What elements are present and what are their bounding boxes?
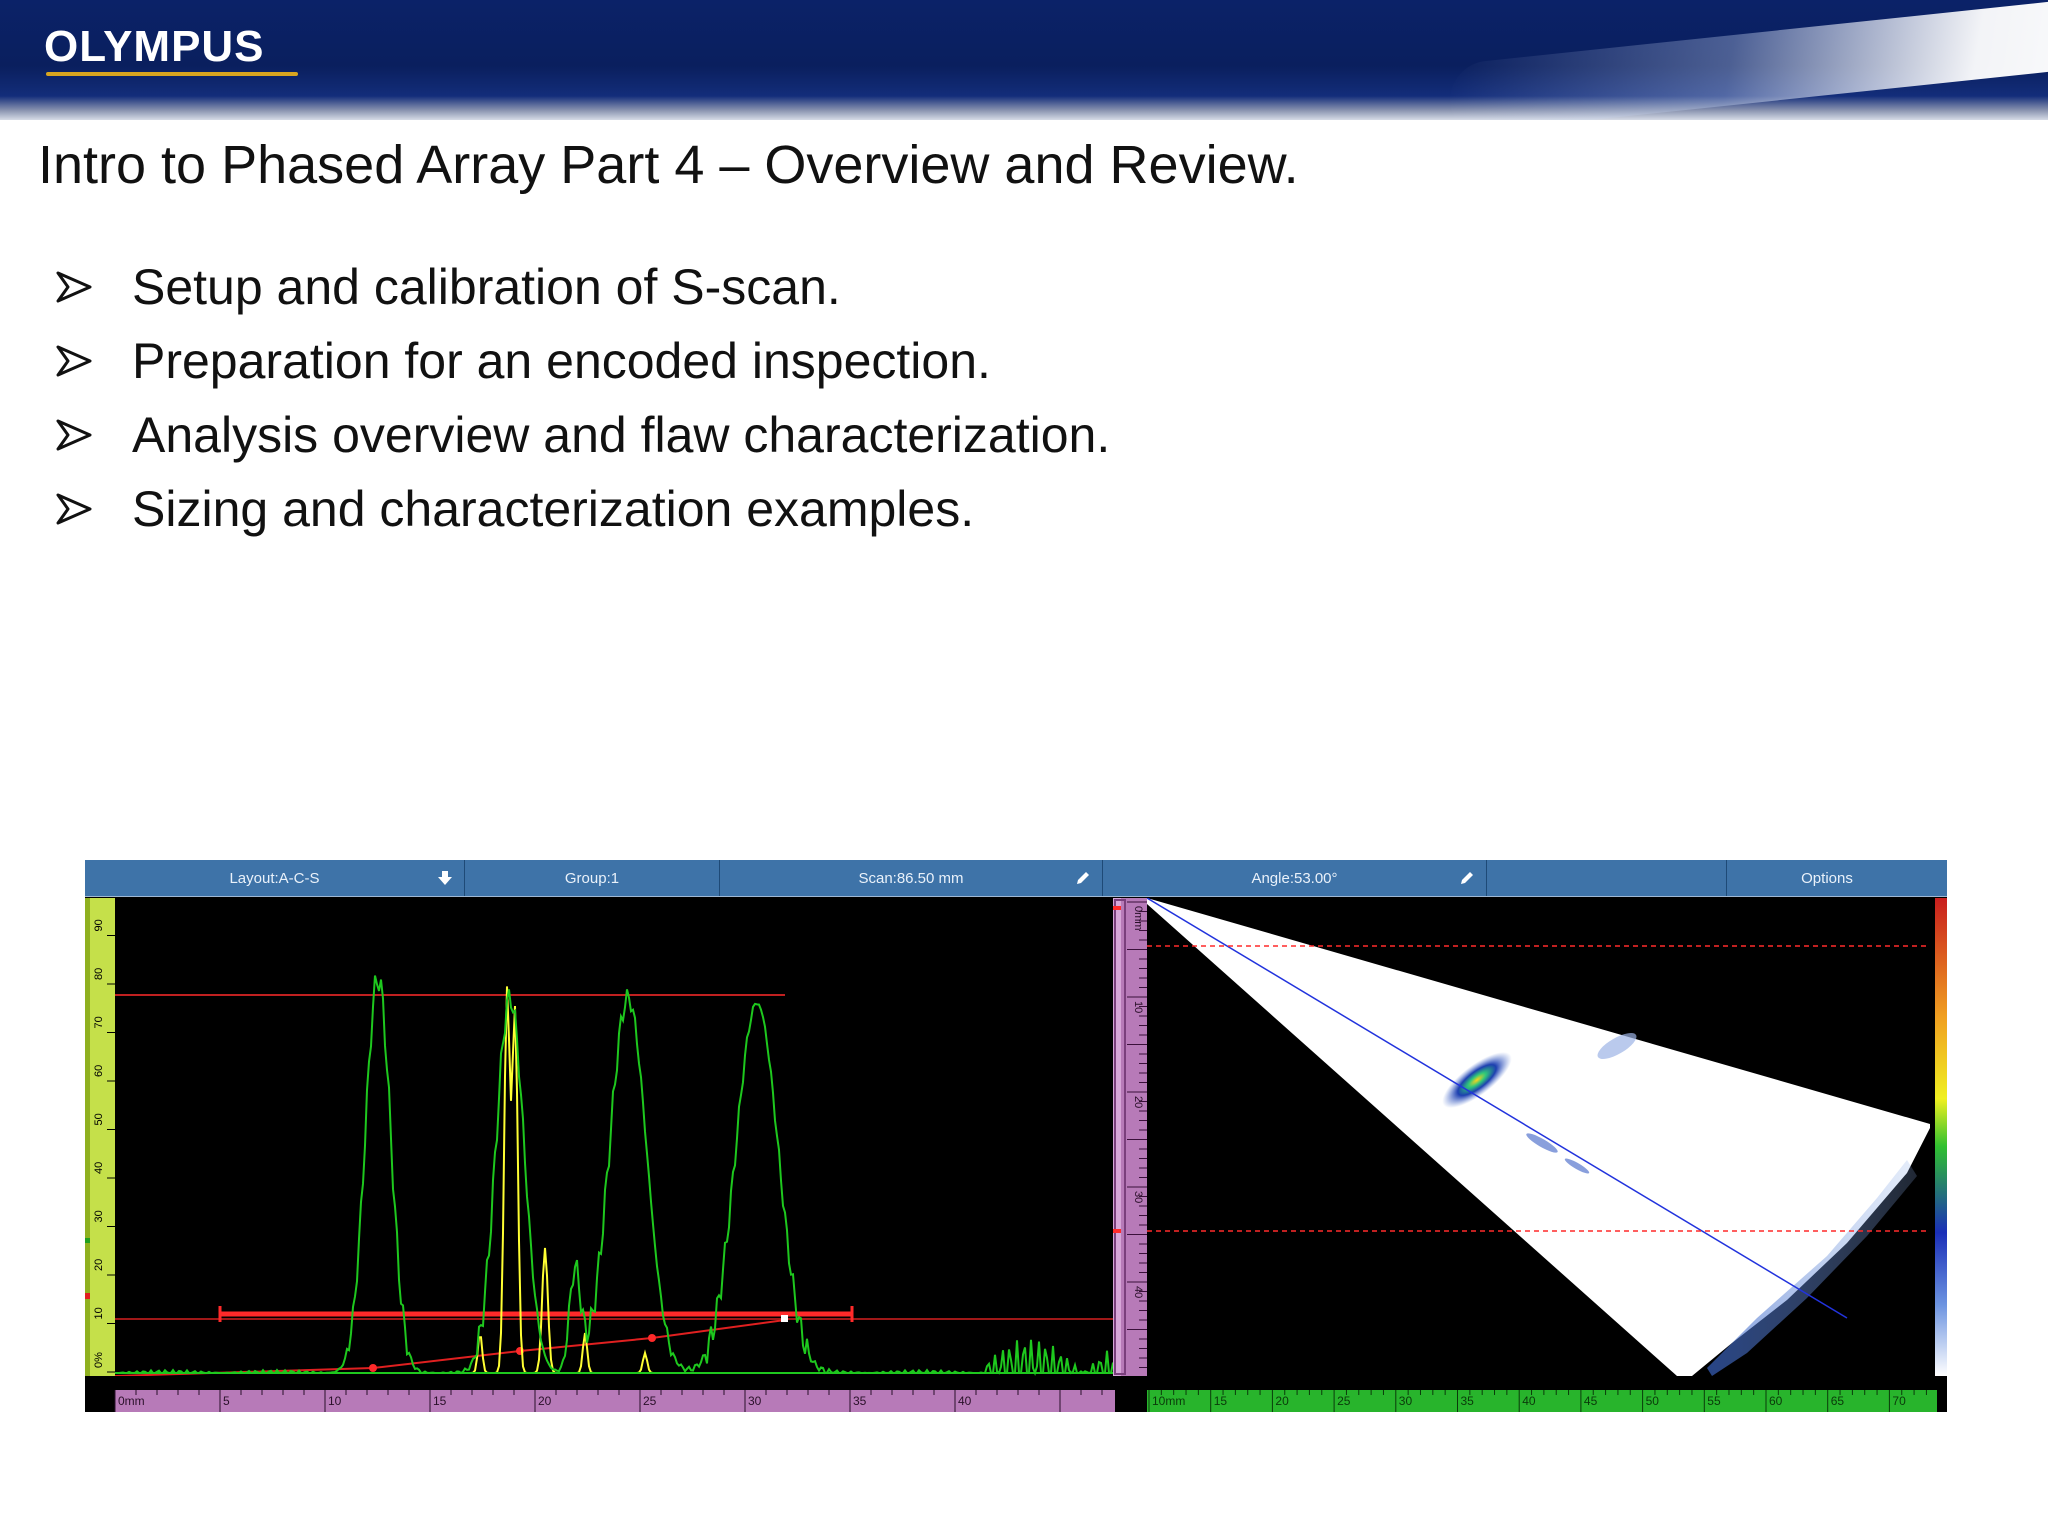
slide-title: Intro to Phased Array Part 4 – Overview …	[38, 135, 1299, 195]
arrow-bullet-icon	[56, 269, 132, 305]
bullet-text: Sizing and characterization examples.	[132, 481, 975, 537]
soundpath-tick-label: 0mm	[118, 1394, 145, 1408]
index-tick-label: 60	[1769, 1394, 1783, 1408]
depth-tick-label: 30	[1132, 1191, 1144, 1203]
index-tick-label: 40	[1522, 1394, 1536, 1408]
group-button[interactable]: Group:1	[465, 860, 720, 896]
index-ruler[interactable]: 10mm15202530354045505560657075	[1115, 1390, 1947, 1412]
color-palette-bar	[1935, 898, 1947, 1376]
amplitude-tick-label: 90	[93, 919, 105, 931]
arrow-bullet-icon	[56, 343, 132, 379]
logo-underline	[46, 72, 298, 76]
layout-label: Layout:A-C-S	[229, 869, 320, 887]
bullet-text: Analysis overview and flaw characterizat…	[132, 407, 1111, 463]
bullet-item: Setup and calibration of S-scan.	[56, 250, 1110, 324]
index-tick-label: 15	[1214, 1394, 1228, 1408]
amplitude-tick-label: 60	[93, 1065, 105, 1077]
amplitude-tick-label: 30	[93, 1210, 105, 1222]
group-label: Group:1	[564, 869, 620, 887]
phased-array-screenshot: Layout:A-C-S Group:1 Scan:86.50 mm Angle…	[85, 860, 1947, 1412]
soundpath-tick-label: 15	[433, 1394, 447, 1408]
header-banner: OLYMPUS	[0, 0, 2048, 120]
amplitude-tick-label: 70	[93, 1016, 105, 1028]
amplitude-tick-label: 10	[93, 1307, 105, 1319]
amplitude-tick-label: 80	[93, 968, 105, 980]
index-tick-label: 30	[1399, 1394, 1413, 1408]
soundpath-tick-label: 25	[643, 1394, 657, 1408]
amplitude-tick-label: 40	[93, 1162, 105, 1174]
soundpath-tick-label: 35	[853, 1394, 867, 1408]
angle-label: Angle:53.00°	[1251, 869, 1338, 887]
bullet-list: Setup and calibration of S-scan. Prepara…	[56, 250, 1110, 546]
bullet-item: Analysis overview and flaw characterizat…	[56, 398, 1110, 472]
depth-tick-label: 0mm	[1132, 906, 1144, 930]
instrument-toolbar: Layout:A-C-S Group:1 Scan:86.50 mm Angle…	[85, 860, 1947, 897]
amplitude-tick-label: 20	[93, 1259, 105, 1271]
empty-toolbar-slot	[1487, 860, 1727, 896]
index-tick-label: 25	[1337, 1394, 1351, 1408]
amplitude-ruler[interactable]: 0% 10 20 30 40 50 60 70 80 90	[85, 898, 115, 1376]
arrow-bullet-icon	[56, 417, 132, 453]
s-scan-panel[interactable]	[1147, 898, 1930, 1376]
arrow-bullet-icon	[56, 491, 132, 527]
depth-tick-label: 20	[1132, 1096, 1144, 1108]
soundpath-tick-label: 30	[748, 1394, 762, 1408]
index-tick-label: 35	[1461, 1394, 1475, 1408]
a-scan-panel[interactable]	[115, 898, 1113, 1376]
gate-cursor-marker[interactable]	[781, 1315, 788, 1322]
edit-pencil-icon[interactable]	[1458, 869, 1476, 887]
bullet-text: Preparation for an encoded inspection.	[132, 333, 991, 389]
options-button[interactable]: Options	[1727, 860, 1927, 896]
olympus-logo: OLYMPUS	[44, 22, 265, 71]
bullet-text: Setup and calibration of S-scan.	[132, 259, 841, 315]
banner-swoosh	[1450, 0, 2048, 120]
soundpath-tick-label: 10	[328, 1394, 342, 1408]
depth-tick-label: 10	[1132, 1001, 1144, 1013]
index-tick-label: 65	[1831, 1394, 1845, 1408]
scan-position-field[interactable]: Scan:86.50 mm	[720, 860, 1103, 896]
soundpath-ruler[interactable]: 0mm 5 10 15 20 25 30 35 40	[85, 1390, 1115, 1412]
depth-ruler[interactable]: 0mm1020304050	[1113, 898, 1147, 1376]
soundpath-tick-label: 20	[538, 1394, 552, 1408]
options-label: Options	[1801, 869, 1853, 887]
index-tick-label: 50	[1646, 1394, 1660, 1408]
soundpath-tick-label: 40	[958, 1394, 972, 1408]
index-tick-label: 45	[1584, 1394, 1598, 1408]
layout-selector[interactable]: Layout:A-C-S	[85, 860, 465, 896]
amplitude-tick-label: 50	[93, 1113, 105, 1125]
scan-label: Scan:86.50 mm	[858, 869, 964, 887]
amplitude-tick-label: 0%	[93, 1352, 105, 1368]
index-tick-label: 20	[1275, 1394, 1289, 1408]
dac-point[interactable]	[648, 1334, 656, 1342]
edit-pencil-icon[interactable]	[1074, 869, 1092, 887]
depth-tick-label: 40	[1132, 1286, 1144, 1298]
download-arrow-icon	[438, 871, 452, 885]
angle-field[interactable]: Angle:53.00°	[1103, 860, 1487, 896]
bullet-item: Preparation for an encoded inspection.	[56, 324, 1110, 398]
soundpath-tick-label: 5	[223, 1394, 230, 1408]
index-tick-label: 70	[1892, 1394, 1906, 1408]
dac-point[interactable]	[369, 1364, 377, 1372]
index-tick-label: 55	[1707, 1394, 1721, 1408]
index-tick-label: 10mm	[1152, 1394, 1185, 1408]
bullet-item: Sizing and characterization examples.	[56, 472, 1110, 546]
